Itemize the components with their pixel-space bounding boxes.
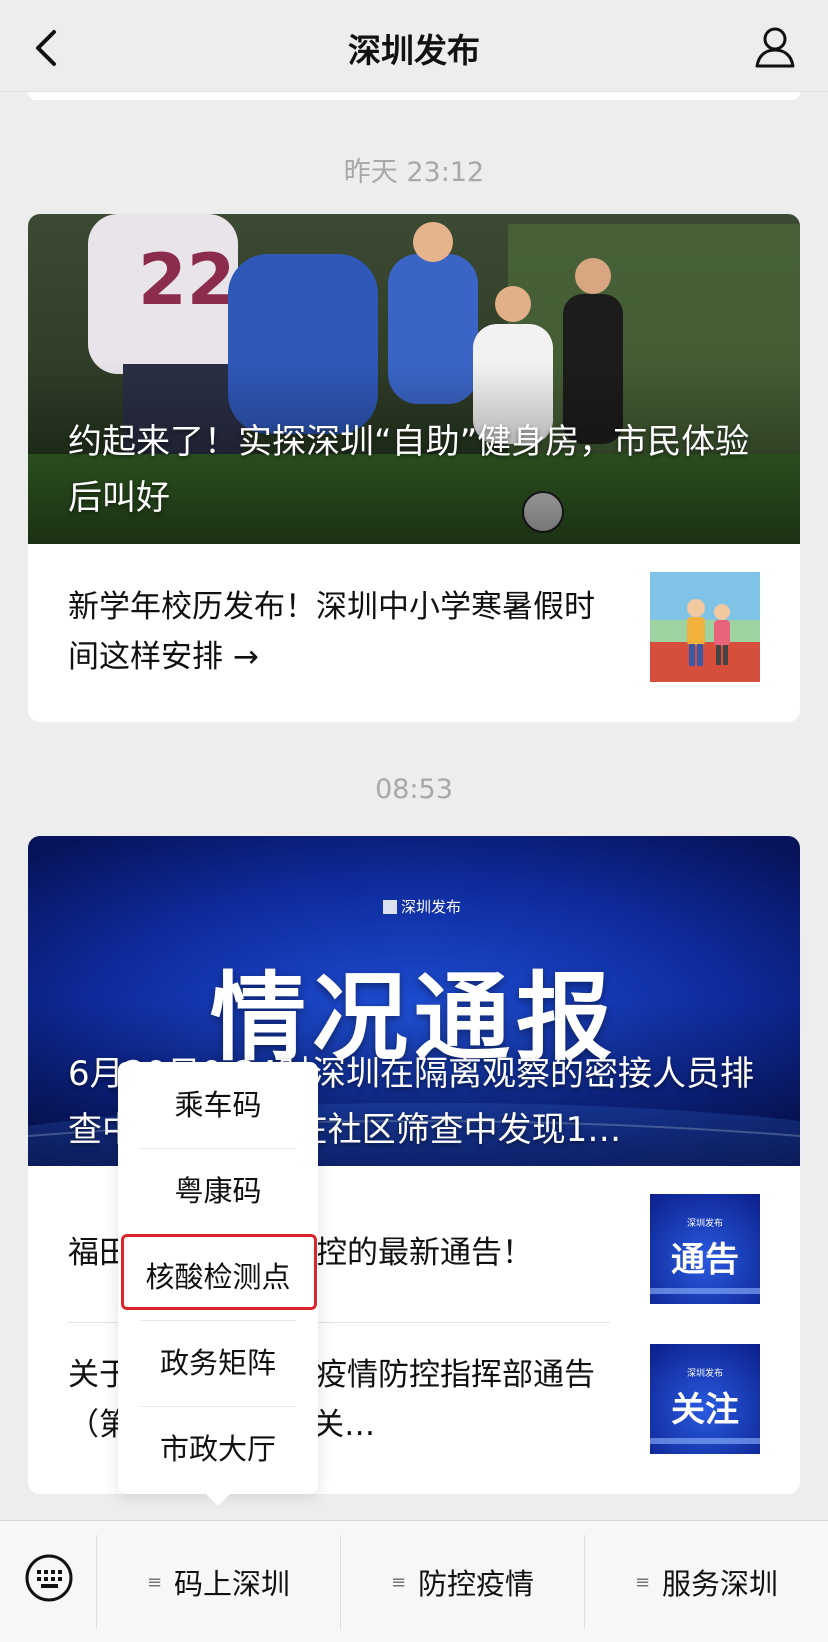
hero-article[interactable]: 22 约起来了！实探深圳“自助”健身房，市民体验后叫好 <box>28 214 800 544</box>
thumb-brand: 深圳发布 <box>686 1219 723 1229</box>
page-title: 深圳发布 <box>348 31 480 70</box>
menu-lines-icon: ≡ <box>634 1571 651 1593</box>
menu-item-gov-matrix[interactable]: 政务矩阵 <box>118 1320 318 1406</box>
banner-brand: 深圳发布 <box>401 898 462 916</box>
tab-label: 服务深圳 <box>662 1567 779 1601</box>
menu-lines-icon: ≡ <box>146 1571 163 1593</box>
thumb-label: 关注 <box>671 1390 739 1430</box>
person-icon[interactable] <box>752 24 798 70</box>
menu-lines-icon: ≡ <box>390 1571 407 1593</box>
tab-label: 码上深圳 <box>174 1567 291 1601</box>
notice-thumbnail: 深圳发布 关注 <box>650 1344 760 1454</box>
keyboard-icon[interactable] <box>24 1553 74 1603</box>
menu-item-civic-hall[interactable]: 市政大厅 <box>118 1406 318 1492</box>
message-timestamp: 08:53 <box>375 774 453 805</box>
bottom-menu-bar: ≡ 码上深圳 ≡ 防控疫情 ≡ 服务深圳 <box>0 1520 828 1642</box>
thumb-brand: 深圳发布 <box>686 1369 723 1379</box>
highlight-box <box>121 1234 317 1310</box>
tab-code-shenzhen[interactable]: ≡ 码上深圳 <box>97 1521 340 1642</box>
tab-service-shenzhen[interactable]: ≡ 服务深圳 <box>585 1521 828 1642</box>
thumb-label: 通告 <box>671 1240 739 1280</box>
news-card: 22 约起来了！实探深圳“自助”健身房，市民体验后叫好 新学年校历发布！深圳中小… <box>28 214 800 722</box>
menu-item-ride-code[interactable]: 乘车码 <box>118 1062 318 1148</box>
tab-label: 防控疫情 <box>418 1567 535 1601</box>
tab-epidemic-control[interactable]: ≡ 防控疫情 <box>341 1521 584 1642</box>
notice-thumbnail: 深圳发布 通告 <box>650 1194 760 1304</box>
menu-item-health-code[interactable]: 粤康码 <box>118 1148 318 1234</box>
top-bar: 深圳发布 <box>0 0 828 92</box>
news-row-title: 新学年校历发布！深圳中小学寒暑假时间这样安排 → <box>68 589 595 675</box>
submenu-popup: 乘车码 粤康码 核酸检测点 政务矩阵 市政大厅 <box>118 1062 318 1506</box>
message-timestamp: 昨天 23:12 <box>343 157 485 188</box>
school-thumbnail <box>650 572 760 682</box>
previous-card-edge <box>28 92 800 100</box>
hero-title: 约起来了！实探深圳“自助”健身房，市民体验后叫好 <box>68 422 750 518</box>
